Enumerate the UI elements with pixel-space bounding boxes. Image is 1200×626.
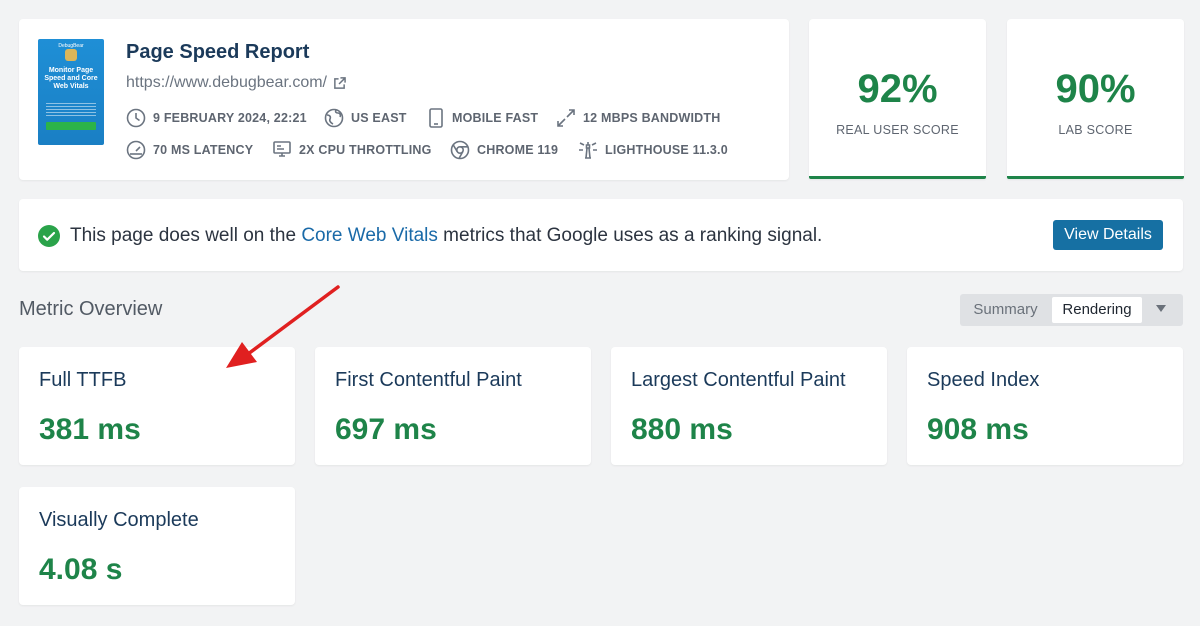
metric-value: 880 ms bbox=[631, 413, 733, 446]
mobile-icon bbox=[429, 108, 443, 128]
metric-card-speed-index[interactable]: Speed Index 908 ms bbox=[907, 347, 1183, 465]
core-web-vitals-banner: This page does well on the Core Web Vita… bbox=[19, 199, 1183, 271]
core-web-vitals-link[interactable]: Core Web Vitals bbox=[301, 225, 438, 246]
external-link-icon bbox=[334, 76, 346, 89]
real-user-score-label: REAL USER SCORE bbox=[836, 123, 959, 137]
metric-card-full-ttfb[interactable]: Full TTFB 381 ms bbox=[19, 347, 295, 465]
metric-card-visually-complete[interactable]: Visually Complete 4.08 s bbox=[19, 487, 295, 605]
lighthouse-icon bbox=[579, 142, 597, 159]
globe-icon bbox=[324, 108, 344, 128]
meta-device-text: MOBILE FAST bbox=[452, 111, 539, 125]
bandwidth-icon bbox=[557, 109, 575, 127]
check-circle-icon bbox=[38, 225, 60, 247]
report-url: https://www.debugbear.com/ bbox=[126, 74, 327, 91]
chevron-down-icon[interactable] bbox=[1156, 305, 1166, 312]
metric-name: First Contentful Paint bbox=[335, 369, 522, 391]
real-user-score-card[interactable]: 92% REAL USER SCORE bbox=[809, 19, 986, 179]
meta-lighthouse-text: LIGHTHOUSE 11.3.0 bbox=[605, 143, 728, 157]
cwv-text-before: This page does well on the bbox=[70, 225, 302, 246]
report-url-link[interactable]: https://www.debugbear.com/ bbox=[126, 74, 346, 92]
meta-latency: 70 MS LATENCY bbox=[126, 140, 253, 160]
metric-value: 697 ms bbox=[335, 413, 437, 446]
report-card: DebugBear Monitor Page Speed and Core We… bbox=[19, 19, 789, 180]
metric-view-toggle[interactable]: Summary Rendering bbox=[960, 294, 1183, 326]
clock-icon bbox=[126, 108, 146, 128]
meta-location-text: US EAST bbox=[351, 111, 407, 125]
cwv-text-after: metrics that Google uses as a ranking si… bbox=[437, 225, 823, 246]
toggle-summary[interactable]: Summary bbox=[960, 294, 1051, 326]
toggle-rendering[interactable]: Rendering bbox=[1052, 297, 1142, 323]
chrome-icon bbox=[450, 140, 470, 160]
view-details-button[interactable]: View Details bbox=[1053, 220, 1163, 250]
gauge-icon bbox=[126, 140, 146, 160]
metric-value: 4.08 s bbox=[39, 553, 123, 586]
meta-cpu-text: 2X CPU THROTTLING bbox=[299, 143, 432, 157]
cpu-icon bbox=[273, 141, 291, 157]
meta-bandwidth: 12 MBPS BANDWIDTH bbox=[556, 108, 720, 128]
metric-name: Speed Index bbox=[927, 369, 1040, 391]
page-screenshot-thumbnail[interactable]: DebugBear Monitor Page Speed and Core We… bbox=[38, 39, 104, 145]
metric-name: Visually Complete bbox=[39, 509, 199, 531]
meta-device: MOBILE FAST bbox=[427, 108, 538, 128]
metric-value: 381 ms bbox=[39, 413, 141, 446]
metric-value: 908 ms bbox=[927, 413, 1029, 446]
metric-overview-title: Metric Overview bbox=[19, 298, 163, 320]
meta-browser: CHROME 119 bbox=[450, 140, 558, 160]
thumbnail-headline: Monitor Page Speed and Core Web Vitals bbox=[44, 67, 98, 90]
cwv-message: This page does well on the Core Web Vita… bbox=[70, 225, 822, 247]
metric-name: Full TTFB bbox=[39, 369, 127, 391]
lab-score-card[interactable]: 90% LAB SCORE bbox=[1007, 19, 1184, 179]
meta-date-text: 9 FEBRUARY 2024, 22:21 bbox=[153, 111, 307, 125]
metric-card-first-contentful-paint[interactable]: First Contentful Paint 697 ms bbox=[315, 347, 591, 465]
thumbnail-button bbox=[46, 122, 96, 130]
metric-card-largest-contentful-paint[interactable]: Largest Contentful Paint 880 ms bbox=[611, 347, 887, 465]
meta-bandwidth-text: 12 MBPS BANDWIDTH bbox=[583, 111, 721, 125]
lab-score-label: LAB SCORE bbox=[1058, 123, 1133, 137]
meta-browser-text: CHROME 119 bbox=[477, 143, 559, 157]
meta-location: US EAST bbox=[324, 108, 407, 128]
meta-cpu: 2X CPU THROTTLING bbox=[272, 140, 432, 160]
lab-score-value: 90% bbox=[1055, 67, 1136, 111]
page-title: Page Speed Report bbox=[126, 41, 310, 63]
metric-name: Largest Contentful Paint bbox=[631, 369, 846, 391]
meta-lighthouse: LIGHTHOUSE 11.3.0 bbox=[578, 140, 728, 160]
meta-latency-text: 70 MS LATENCY bbox=[153, 143, 254, 157]
meta-date: 9 FEBRUARY 2024, 22:21 bbox=[126, 108, 307, 128]
real-user-score-value: 92% bbox=[857, 67, 938, 111]
thumbnail-logo-icon bbox=[65, 49, 77, 61]
thumbnail-text-lines bbox=[46, 103, 96, 117]
